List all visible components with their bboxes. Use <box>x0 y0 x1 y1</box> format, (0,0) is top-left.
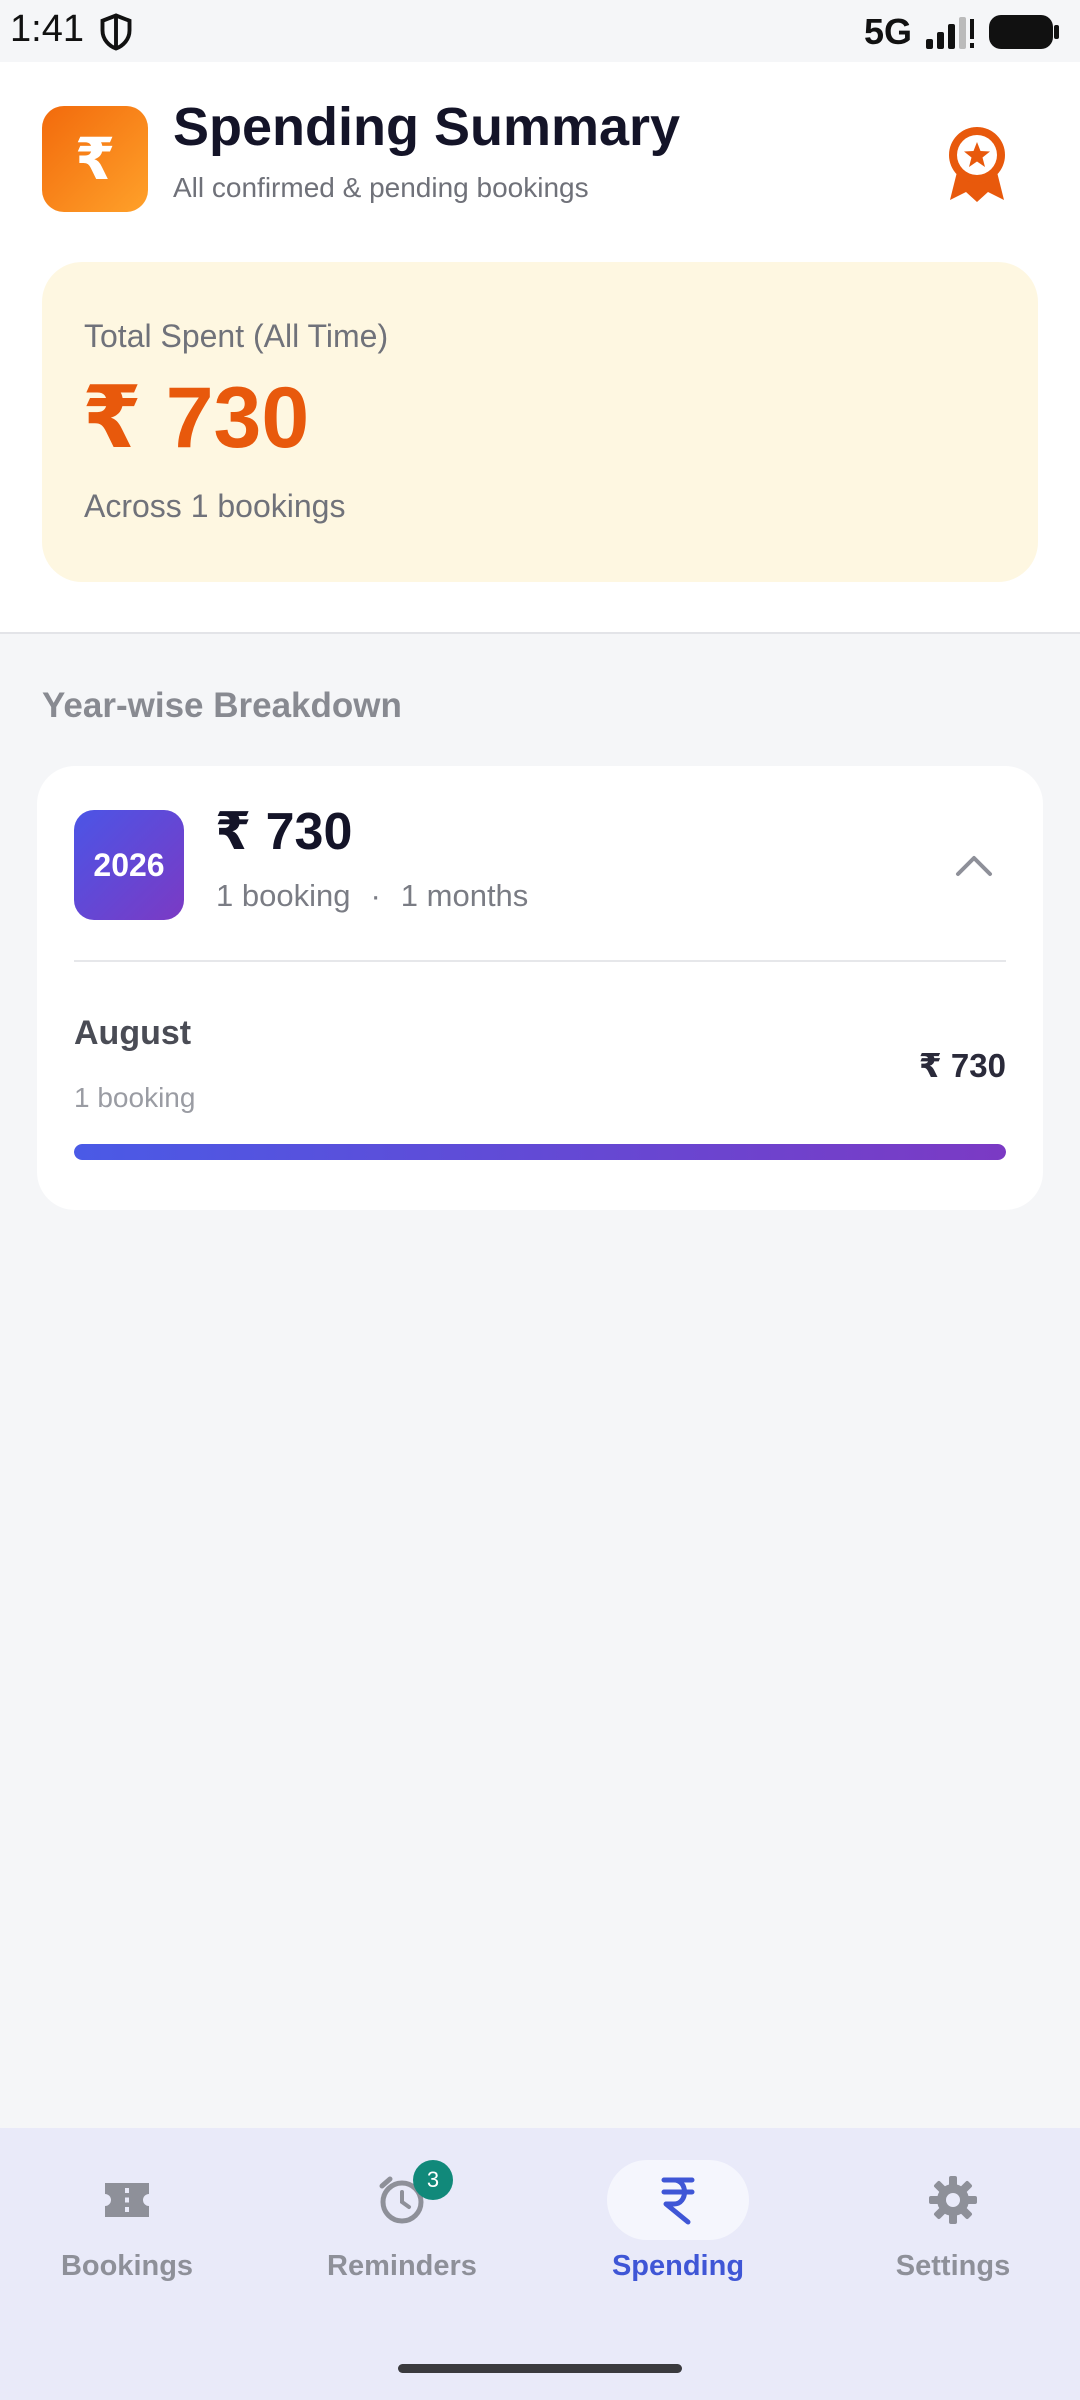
year-bookings: 1 booking <box>216 878 351 913</box>
signal-icon <box>926 17 974 49</box>
year-amount: ₹ 730 <box>215 803 353 861</box>
status-icons: 5G <box>864 10 1060 54</box>
nav-item-reminders[interactable]: 3 Reminders <box>287 2160 517 2310</box>
month-name: August <box>74 1014 192 1052</box>
nav-item-bookings[interactable]: Bookings <box>12 2160 242 2310</box>
header: ₹ Spending Summary All confirmed & pendi… <box>0 62 1080 634</box>
nav-icon-bookings <box>56 2160 198 2240</box>
shield-icon <box>100 13 132 51</box>
home-indicator[interactable] <box>398 2364 682 2373</box>
month-progress-fill <box>74 1144 1006 1160</box>
nav-label-reminders: Reminders <box>327 2250 477 2282</box>
gear-icon <box>929 2176 977 2224</box>
year-label: 2026 <box>93 846 165 883</box>
nav-label-settings: Settings <box>895 2250 1011 2282</box>
app-logo: ₹ <box>42 106 148 212</box>
status-time: 1:41 <box>10 8 84 50</box>
card-divider <box>74 960 1006 962</box>
section-title: Year-wise Breakdown <box>42 686 402 725</box>
bottom-navigation: Bookings 3 Reminders Spending Settings <box>0 2128 1080 2400</box>
rupee-icon <box>661 2177 695 2225</box>
total-spent-label: Total Spent (All Time) <box>84 318 389 354</box>
year-meta: 1 booking · 1 months <box>216 878 528 914</box>
page-title: Spending Summary <box>173 97 681 157</box>
nav-icon-spending <box>607 2160 749 2240</box>
nav-label-spending: Spending <box>611 2250 745 2282</box>
nav-item-spending[interactable]: Spending <box>563 2160 793 2310</box>
month-bookings: 1 booking <box>74 1082 196 1113</box>
meta-separator: · <box>370 878 381 913</box>
chevron-up-icon[interactable] <box>954 852 994 878</box>
total-bookings-count: Across 1 bookings <box>84 488 346 524</box>
total-spent-card: Total Spent (All Time) ₹ 730 Across 1 bo… <box>42 262 1038 582</box>
status-bar: 1:41 5G <box>0 0 1080 62</box>
nav-icon-settings <box>882 2160 1024 2240</box>
battery-icon <box>989 15 1059 49</box>
ticket-icon <box>105 2183 149 2217</box>
page-subtitle: All confirmed & pending bookings <box>173 172 589 203</box>
award-ribbon-icon[interactable] <box>944 124 1010 204</box>
nav-item-settings[interactable]: Settings <box>838 2160 1068 2310</box>
year-months: 1 months <box>400 878 529 913</box>
year-card[interactable]: 2026 ₹ 730 1 booking · 1 months August 1 b… <box>37 766 1043 1210</box>
year-badge: 2026 <box>74 810 184 920</box>
nav-icon-reminders: 3 <box>331 2160 473 2240</box>
reminders-badge: 3 <box>413 2160 453 2200</box>
nav-label-bookings: Bookings <box>60 2250 194 2282</box>
total-spent-amount: ₹ 730 <box>82 370 310 466</box>
network-label: 5G <box>863 11 912 52</box>
rupee-logo-icon: ₹ <box>74 127 116 192</box>
month-progress-bar <box>74 1144 1006 1160</box>
month-amount: ₹ 730 <box>918 1047 1006 1084</box>
